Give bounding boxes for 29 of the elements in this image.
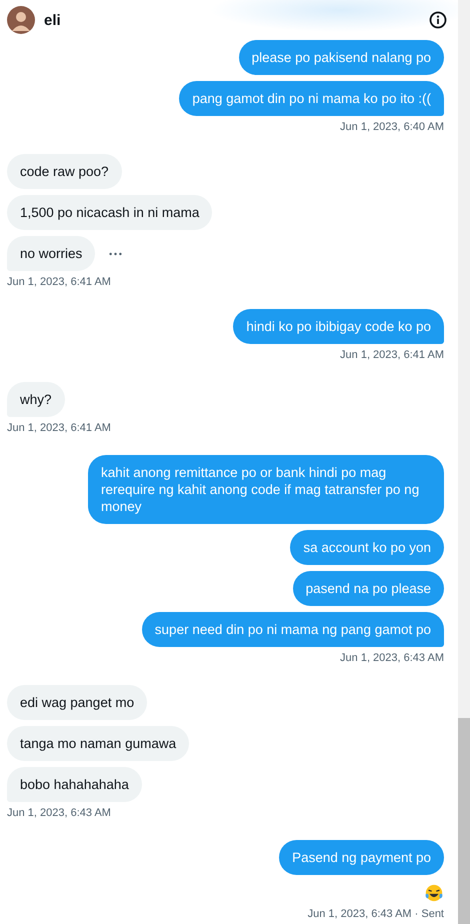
timestamp: Jun 1, 2023, 6:43 AM [340, 652, 444, 664]
laughing-emoji-icon [424, 883, 444, 903]
message-bubble: bobo hahahahaha [7, 767, 142, 802]
message-bubble: why? [7, 382, 65, 417]
scrollbar[interactable] [458, 0, 470, 924]
message-bubble: hindi ko po ibibigay code ko po [233, 309, 444, 344]
timestamp: Jun 1, 2023, 6:41 AM [7, 276, 111, 288]
message-bubble: code raw poo? [7, 154, 122, 189]
message-bubble: pasend na po please [292, 571, 444, 606]
message-bubble: edi wag panget mo [7, 685, 148, 720]
message-bubble: 1,500 po nicacash in ni mama [7, 195, 212, 230]
message-bubble: sa account ko po yon [290, 530, 444, 565]
message-bubble: please po pakisend nalang po [238, 40, 444, 75]
message-bubble: pang gamot din po ni mama ko po ito :(( [179, 81, 444, 116]
avatar[interactable] [7, 6, 35, 34]
more-icon[interactable] [109, 252, 122, 256]
timestamp: Jun 1, 2023, 6:41 AM [340, 349, 444, 361]
timestamp: Jun 1, 2023, 6:43 AM · Sent [308, 908, 444, 920]
message-bubble: kahit anong remittance po or bank hindi po mag rerequire ng kahit anong code if mag tatransfer po ng money [88, 455, 444, 524]
message-bubble: tanga mo naman gumawa [7, 726, 190, 761]
timestamp: Jun 1, 2023, 6:43 AM [7, 807, 111, 819]
timestamp: Jun 1, 2023, 6:41 AM [7, 422, 111, 434]
message-bubble: no worries [7, 236, 96, 271]
message-bubble: super need din po ni mama ng pang gamot po [142, 612, 444, 647]
info-icon[interactable] [428, 10, 448, 30]
timestamp: Jun 1, 2023, 6:40 AM [340, 121, 444, 133]
scrollbar-thumb[interactable] [458, 718, 470, 924]
message-bubble: Pasend ng payment po [279, 840, 444, 875]
contact-name: eli [44, 12, 62, 28]
